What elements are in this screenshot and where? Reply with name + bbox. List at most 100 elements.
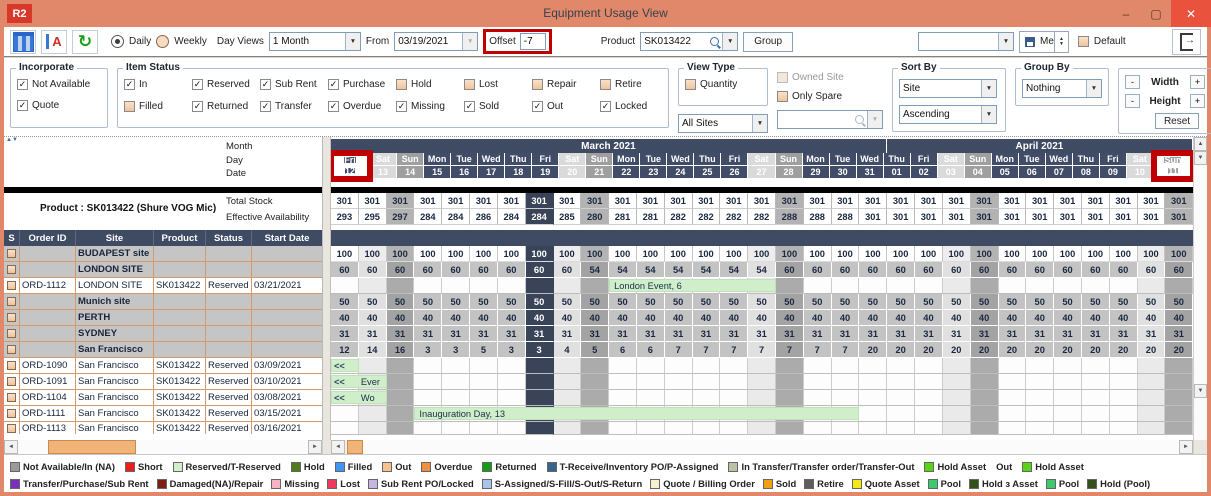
- grid-cell[interactable]: [414, 422, 442, 435]
- grid-cell[interactable]: [748, 390, 776, 406]
- grid-cell[interactable]: [637, 390, 665, 406]
- status-cell[interactable]: Reserved: [206, 358, 252, 373]
- grid-cell[interactable]: [943, 422, 971, 435]
- grid-cell[interactable]: 50: [1054, 294, 1082, 310]
- site-cell[interactable]: PERTH: [76, 310, 154, 325]
- grid-cell[interactable]: [804, 390, 832, 406]
- grid-cell[interactable]: 3: [498, 342, 526, 358]
- lost-checkbox[interactable]: [464, 79, 475, 90]
- grid-cell[interactable]: [442, 422, 470, 435]
- grid-cell[interactable]: [915, 358, 943, 374]
- grid-cell[interactable]: 31: [637, 326, 665, 342]
- row-checkbox[interactable]: [7, 377, 16, 386]
- grid-cell[interactable]: [665, 390, 693, 406]
- grid-cell[interactable]: 60: [331, 262, 359, 278]
- grid-cell[interactable]: [387, 390, 415, 406]
- grid-cell[interactable]: 100: [1026, 246, 1054, 262]
- chevron-down-icon[interactable]: ▼: [722, 33, 737, 50]
- grid-cell[interactable]: [526, 358, 554, 374]
- order-id-cell[interactable]: ORD-1090: [20, 358, 76, 373]
- grid-cell[interactable]: 60: [859, 262, 887, 278]
- grid-cell[interactable]: [637, 374, 665, 390]
- row-checkbox[interactable]: [7, 265, 16, 274]
- grid-cell[interactable]: [859, 358, 887, 374]
- grid-cell[interactable]: 31: [665, 326, 693, 342]
- grid-cell[interactable]: 31: [748, 326, 776, 342]
- grid-cell[interactable]: 100: [442, 246, 470, 262]
- grid-cell[interactable]: [470, 374, 498, 390]
- order-grid-row[interactable]: <<Ever: [331, 374, 1193, 390]
- row-checkbox[interactable]: [7, 329, 16, 338]
- select-cell[interactable]: [4, 342, 20, 357]
- start-date-cell[interactable]: 03/16/2021: [252, 422, 322, 434]
- grid-cell[interactable]: 31: [609, 326, 637, 342]
- select-cell[interactable]: [4, 406, 20, 421]
- site-table-row[interactable]: San Francisco: [4, 342, 322, 358]
- grid-cell[interactable]: 50: [1110, 294, 1138, 310]
- day-column-wed-17[interactable]: Wed17: [478, 153, 505, 179]
- checkbox-item-quote[interactable]: ✓Quote: [17, 100, 101, 111]
- grid-cell[interactable]: 100: [637, 246, 665, 262]
- grid-cell[interactable]: [526, 278, 554, 294]
- grid-cell[interactable]: 31: [971, 326, 999, 342]
- grid-cell[interactable]: [498, 358, 526, 374]
- grid-cell[interactable]: 100: [1082, 246, 1110, 262]
- grid-cell[interactable]: 31: [887, 326, 915, 342]
- grid-cell[interactable]: 40: [526, 310, 554, 326]
- checkbox-item-sub-rent[interactable]: ✓Sub Rent: [260, 79, 326, 90]
- grid-cell[interactable]: 20: [887, 342, 915, 358]
- order-id-cell[interactable]: [20, 294, 76, 309]
- grid-cell[interactable]: 31: [359, 326, 387, 342]
- day-column-mon-22[interactable]: Mon22: [613, 153, 640, 179]
- grid-cell[interactable]: 20: [859, 342, 887, 358]
- row-checkbox[interactable]: [7, 393, 16, 402]
- grid-cell[interactable]: 60: [1138, 262, 1166, 278]
- grid-cell[interactable]: 31: [414, 326, 442, 342]
- grid-cell[interactable]: [915, 406, 943, 422]
- grid-cell[interactable]: 50: [748, 294, 776, 310]
- grid-cell[interactable]: [943, 358, 971, 374]
- grid-cell[interactable]: 100: [693, 246, 721, 262]
- checkbox-item-purchase[interactable]: ✓Purchase: [328, 79, 394, 90]
- chevron-down-icon[interactable]: ▼: [752, 115, 767, 132]
- grid-cell[interactable]: 100: [1054, 246, 1082, 262]
- group-button[interactable]: Group: [743, 32, 793, 52]
- grid-cell[interactable]: [387, 422, 415, 435]
- grid-cell[interactable]: [999, 390, 1027, 406]
- grid-cell[interactable]: [971, 374, 999, 390]
- grid-cell[interactable]: 31: [1110, 326, 1138, 342]
- grid-cell[interactable]: [498, 422, 526, 435]
- grid-cell[interactable]: [498, 374, 526, 390]
- grid-cell[interactable]: [971, 358, 999, 374]
- grid-cell[interactable]: [943, 374, 971, 390]
- grid-cell[interactable]: 54: [609, 262, 637, 278]
- row-checkbox[interactable]: [7, 409, 16, 418]
- grid-cell[interactable]: 50: [1138, 294, 1166, 310]
- event-bar[interactable]: London Event, 6: [609, 279, 776, 292]
- grid-cell[interactable]: 20: [1138, 342, 1166, 358]
- grid-cell[interactable]: 50: [331, 294, 359, 310]
- status-cell[interactable]: [206, 310, 252, 325]
- grid-cell[interactable]: 50: [387, 294, 415, 310]
- grid-cell[interactable]: 60: [1054, 262, 1082, 278]
- grid-cell[interactable]: [498, 390, 526, 406]
- grid-cell[interactable]: 31: [1138, 326, 1166, 342]
- row-checkbox[interactable]: [7, 297, 16, 306]
- grid-cell[interactable]: 7: [665, 342, 693, 358]
- site-cell[interactable]: San Francisco: [76, 358, 154, 373]
- grid-cell[interactable]: [470, 278, 498, 294]
- group-by-select[interactable]: Nothing ▼: [1022, 79, 1102, 98]
- order-table-row[interactable]: ORD-1091San FranciscoSK013422Reserved03/…: [4, 374, 322, 390]
- grid-cell[interactable]: 60: [387, 262, 415, 278]
- grid-cell[interactable]: [887, 358, 915, 374]
- grid-cell[interactable]: [1082, 390, 1110, 406]
- grid-cell[interactable]: [999, 358, 1027, 374]
- grid-cell[interactable]: [832, 358, 860, 374]
- grid-cell[interactable]: 5: [470, 342, 498, 358]
- product-cell[interactable]: SK013422: [154, 422, 206, 434]
- grid-cell[interactable]: 50: [470, 294, 498, 310]
- checkbox-item-filled[interactable]: Filled: [124, 101, 190, 112]
- order-id-cell[interactable]: [20, 326, 76, 341]
- spinner-arrows-icon[interactable]: ▲▼: [1054, 32, 1068, 52]
- grid-cell[interactable]: [1110, 358, 1138, 374]
